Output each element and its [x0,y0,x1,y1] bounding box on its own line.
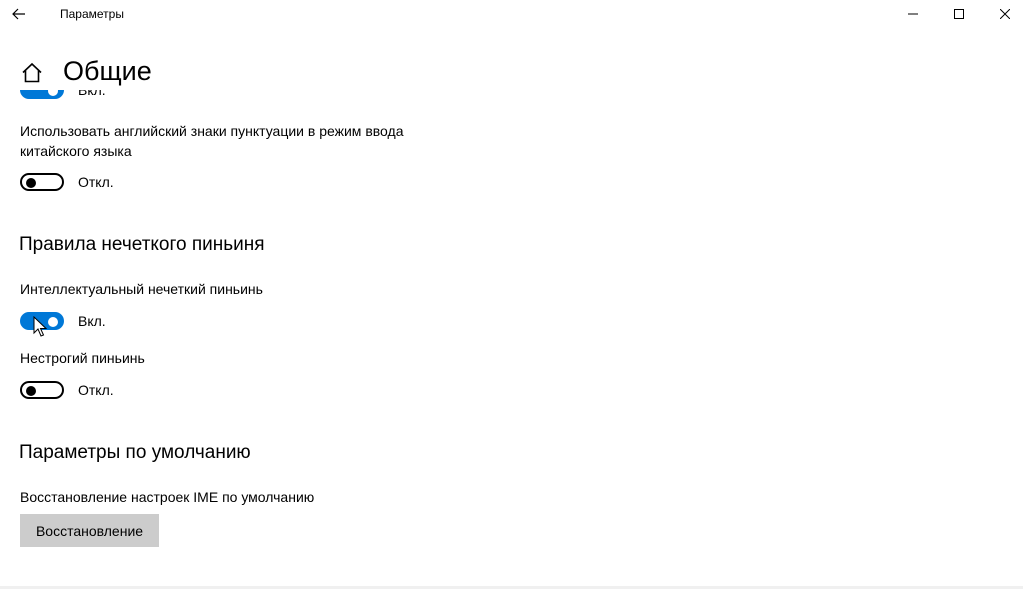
top-toggle-row: Вкл. [20,90,106,101]
title-bar: Параметры [0,0,1023,30]
top-toggle-state: Вкл. [78,90,106,98]
toggle-knob [26,178,36,188]
app-title: Параметры [60,7,124,21]
defaults-heading: Параметры по умолчанию [19,442,251,463]
minimize-icon [908,13,918,15]
close-icon [1000,9,1010,19]
maximize-button[interactable] [936,0,982,28]
toggle-knob [48,90,58,96]
settings-content[interactable]: Вкл. Использовать английский знаки пункт… [0,90,1023,589]
non-strict-toggle[interactable] [20,381,64,399]
smart-fuzzy-state: Вкл. [78,313,106,329]
toggle-knob [48,317,58,327]
home-icon [22,62,42,83]
non-strict-state: Откл. [78,382,114,398]
back-button[interactable] [6,2,32,26]
smart-fuzzy-row: Вкл. [20,310,106,332]
close-button[interactable] [982,0,1023,28]
toggle-knob [26,386,36,396]
fuzzy-pinyin-heading: Правила нечеткого пиньиня [19,234,265,255]
top-toggle-switch[interactable] [20,90,64,99]
smart-fuzzy-label: Интеллектуальный нечеткий пиньинь [20,281,263,297]
smart-fuzzy-toggle[interactable] [20,312,64,330]
english-punctuation-toggle[interactable] [20,173,64,191]
english-punctuation-row: Откл. [20,171,114,193]
page-title: Общие [63,56,152,86]
reset-button[interactable]: Восстановление [20,514,159,547]
reset-ime-label: Восстановление настроек IME по умолчанию [20,489,315,505]
english-punctuation-state: Откл. [78,174,114,190]
english-punctuation-label: Использовать английский знаки пунктуации… [20,123,404,159]
non-strict-row: Откл. [20,379,114,401]
maximize-icon [954,9,964,19]
minimize-button[interactable] [890,0,936,28]
arrow-left-icon [12,8,25,20]
non-strict-label: Нестрогий пиньинь [20,350,145,366]
settings-window: Параметры Общие Вкл. Использовать англий… [0,0,1023,589]
home-button[interactable] [20,61,44,85]
